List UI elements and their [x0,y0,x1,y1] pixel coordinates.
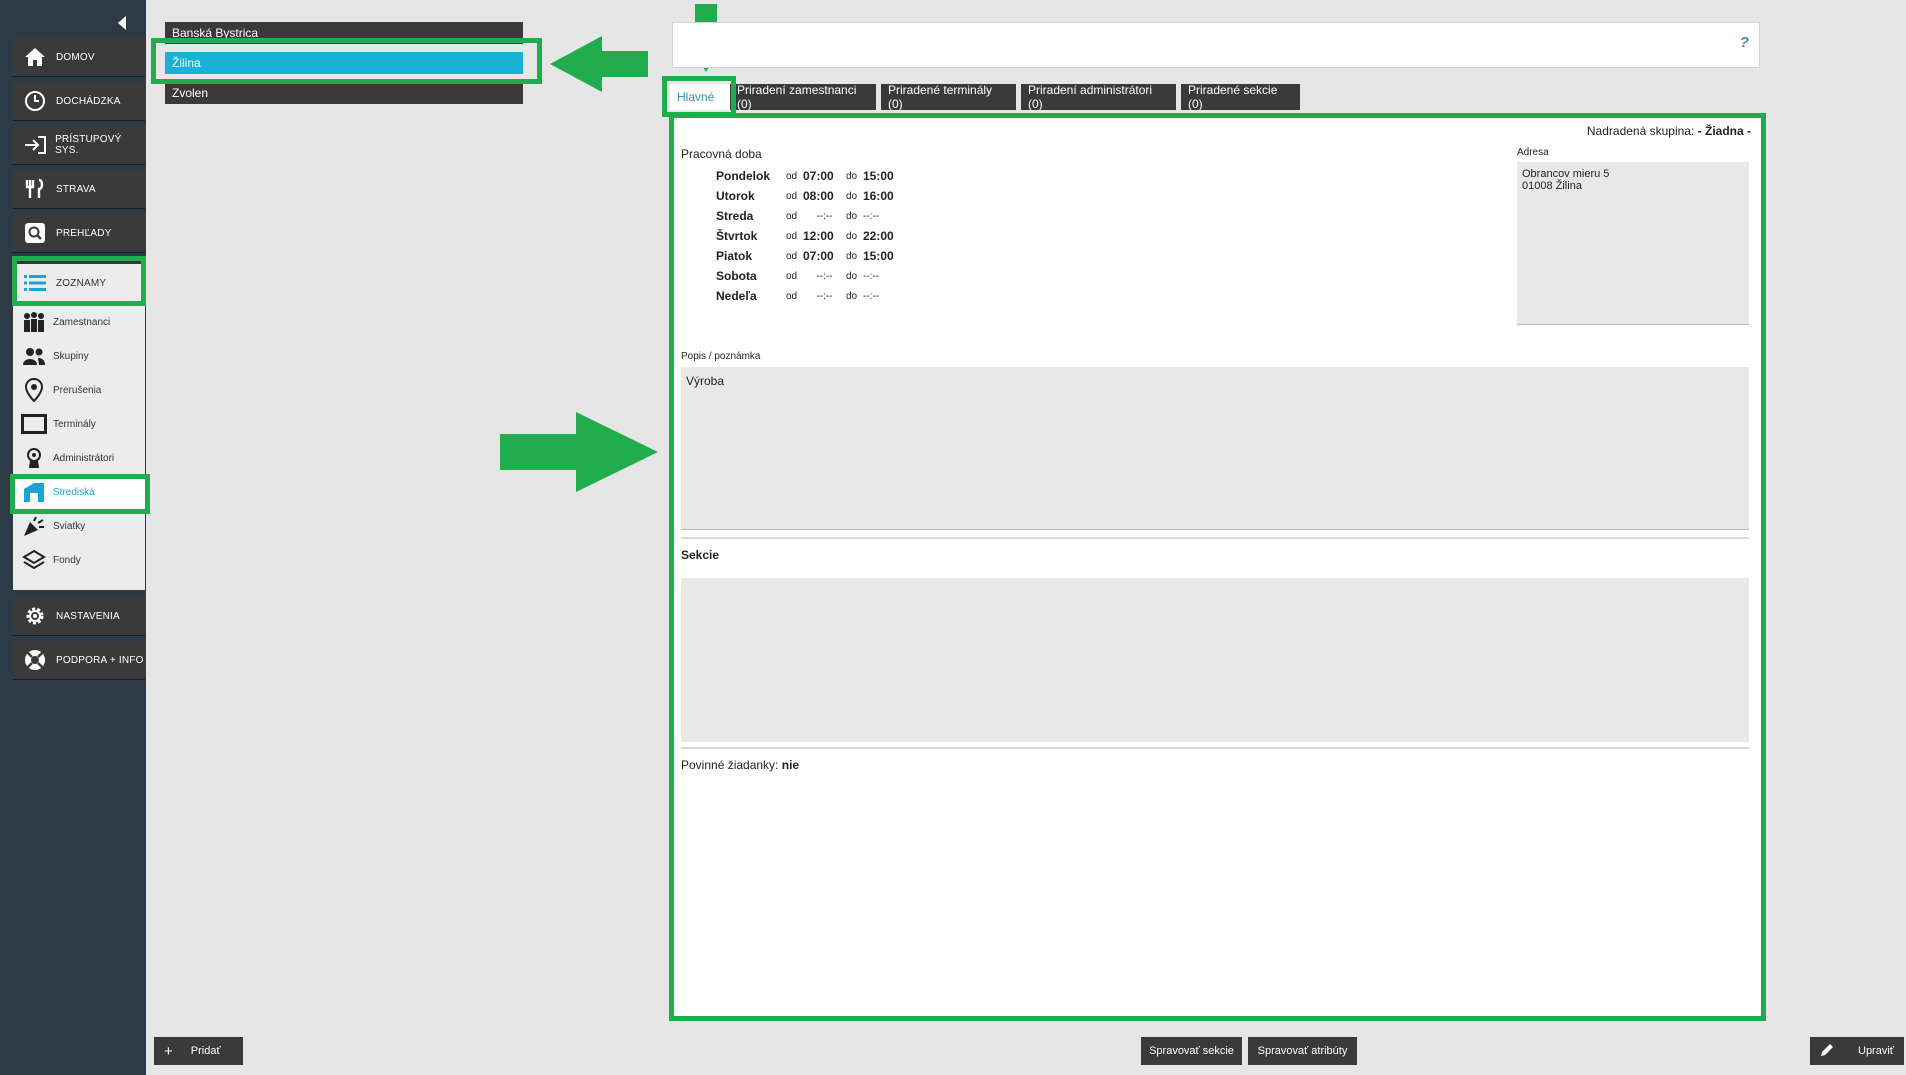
nav-label: NASTAVENIA [56,610,120,622]
annotation-box-zilina [151,38,542,84]
edit-button[interactable]: Upraviť [1810,1037,1904,1065]
sidebar-item-label: Fondy [53,554,81,566]
tab-label: Priradení administrátori (0) [1028,83,1153,111]
nav-strava[interactable]: STRAVA [13,170,145,208]
help-icon[interactable]: ? [1740,34,1749,51]
nav-label: PRÍSTUPOVÝ SYS. [55,134,122,156]
sidebar-item-administratori[interactable]: Administrátori [13,442,145,474]
tab-administratori[interactable]: Priradení administrátori (0) [1021,83,1176,111]
tab-sekcie[interactable]: Priradené sekcie (0) [1181,83,1300,111]
annotation-box-strediska [10,474,150,514]
nav-domov[interactable]: DOMOV [13,38,145,76]
sidebar-item-label: Prerušenia [53,384,102,396]
edit-button-label: Upraviť [1858,1045,1894,1057]
tab-label: Priradené terminály (0) [888,83,993,111]
sidebar-item-label: Terminály [53,418,96,430]
nav-nastavenia[interactable]: NASTAVENIA [13,597,145,635]
gear-icon [21,602,49,630]
group-icon [21,343,47,369]
nav-label: PODPORA + INFO [56,654,144,666]
annotation-box-zoznamy [12,256,146,306]
party-icon [21,513,47,539]
sidebar-item-zamestnanci[interactable]: Zamestnanci [13,306,145,338]
list-item-label: Zvolen [172,86,209,100]
tab-label: Priradené sekcie (0) [1188,83,1278,111]
list-item[interactable]: Zvolen [165,82,523,104]
collapse-sidebar-icon[interactable] [118,16,126,30]
terminal-icon [21,411,47,437]
nav-label: PREHĽADY [56,227,112,239]
sidebar-item-fondy[interactable]: Fondy [13,544,145,576]
nav-dochadzka[interactable]: DOCHÁDZKA [13,82,145,120]
employees-icon [21,309,47,335]
nav-podpora[interactable]: PODPORA + INFO [13,641,145,679]
button-label: Spravovať atribúty [1257,1045,1348,1057]
nav-label: STRAVA [56,183,96,195]
cutlery-icon [21,175,49,203]
add-button[interactable]: + Pridať [154,1037,243,1065]
tab-zamestnanci[interactable]: Priradení zamestnanci (0) [730,83,876,111]
annotation-arrow-right [500,412,658,492]
manage-sections-button[interactable]: Spravovať sekcie [1141,1037,1242,1065]
home-icon [21,43,49,71]
sidebar-item-prerusenia[interactable]: Prerušenia [13,374,145,406]
sidebar-item-sviatky[interactable]: Sviatky [13,510,145,542]
button-label: Spravovať sekcie [1149,1045,1234,1057]
pencil-icon [1820,1043,1834,1060]
nav-prehlady[interactable]: PREHĽADY [13,214,145,252]
tab-label: Priradení zamestnanci (0) [737,83,857,111]
nav-pristupovy[interactable]: PRÍSTUPOVÝ SYS. [13,126,145,164]
login-arrow-icon [21,131,48,159]
annotation-box-detail [669,113,1766,1021]
map-pin-icon [21,377,47,403]
sidebar-item-label: Skupiny [53,350,89,362]
sidebar-item-label: Sviatky [53,520,86,532]
clock-icon [21,87,49,115]
nav-label: DOCHÁDZKA [56,95,121,107]
lifebuoy-icon [21,646,49,674]
search-icon [21,219,49,247]
sidebar-item-label: Administrátori [53,452,115,464]
admin-icon [21,445,47,471]
search-bar[interactable]: ? [672,22,1760,68]
annotation-arrow-left [550,36,648,92]
nav-label: DOMOV [56,51,95,63]
sidebar-item-label: Zamestnanci [53,316,111,328]
sidebar-item-skupiny[interactable]: Skupiny [13,340,145,372]
annotation-box-tab [662,76,736,117]
sidebar-item-terminaly[interactable]: Terminály [13,408,145,440]
plus-icon: + [164,1042,173,1060]
add-button-label: Pridať [190,1045,221,1057]
tab-terminaly[interactable]: Priradené terminály (0) [881,83,1016,111]
layers-icon [21,547,47,573]
manage-attributes-button[interactable]: Spravovať atribúty [1248,1037,1357,1065]
